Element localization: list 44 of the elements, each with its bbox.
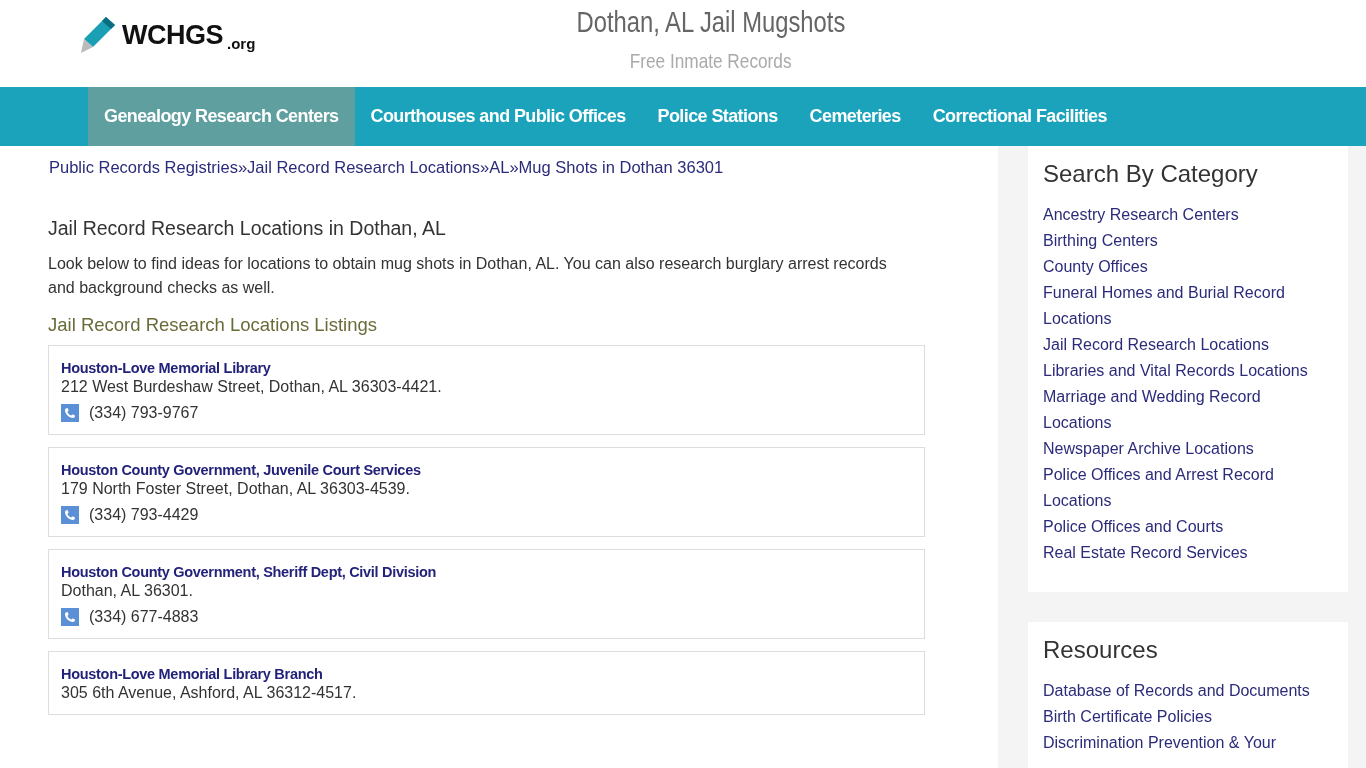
phone-icon: [61, 608, 79, 626]
logo-name[interactable]: WCHGS: [122, 19, 223, 51]
listing-address: 212 West Burdeshaw Street, Dothan, AL 36303-4421.: [61, 378, 443, 396]
listing-address: 179 North Foster Street, Dothan, AL 36303-4539.: [61, 480, 411, 498]
intro-text: Look below to find ideas for locations to obtain mug shots in Dothan, AL. You can also research burglary arrest records and background checks as well.: [48, 254, 888, 298]
sidebar-link[interactable]: Funeral Homes and Burial Record Locations: [1043, 280, 1333, 332]
listing-name[interactable]: Houston-Love Memorial Library: [61, 360, 271, 376]
breadcrumb-separator: »: [237, 158, 248, 177]
sidebar-link[interactable]: Ancestry Research Centers: [1043, 202, 1333, 228]
phone-icon: [61, 506, 79, 524]
breadcrumb-link[interactable]: Jail Record Research Locations: [247, 158, 481, 177]
listing-phone: (334) 677-4883: [89, 608, 199, 626]
breadcrumb-link[interactable]: Mug Shots in Dothan 36301: [518, 158, 724, 177]
logo-suffix: .org: [227, 35, 256, 52]
sidebar-link[interactable]: Police Offices and Arrest Record Locations: [1043, 462, 1333, 514]
sidebar-link[interactable]: Libraries and Vital Records Locations: [1043, 358, 1333, 384]
section-heading: Jail Record Research Locations in Dothan, AL: [48, 217, 447, 240]
sidebar-link[interactable]: Birthing Centers: [1043, 228, 1333, 254]
phone-icon: [61, 404, 79, 422]
sidebar-link[interactable]: Police Offices and Courts: [1043, 514, 1333, 540]
breadcrumb-separator: »: [509, 158, 519, 177]
listing-name[interactable]: Houston County Government, Sheriff Dept, Civil Division: [61, 564, 437, 580]
breadcrumb-separator: »: [480, 158, 490, 177]
listing-name[interactable]: Houston-Love Memorial Library Branch: [61, 666, 323, 682]
page-title: Dothan, AL Jail Mugshots: [576, 6, 846, 39]
sidebar-link[interactable]: Newspaper Archive Locations: [1043, 436, 1333, 462]
breadcrumb-link[interactable]: AL: [489, 158, 510, 177]
sidebar-link[interactable]: Jail Record Research Locations: [1043, 332, 1333, 358]
listing-phone: (334) 793-4429: [89, 506, 199, 524]
listing-address: 305 6th Avenue, Ashford, AL 36312-4517.: [61, 684, 358, 702]
sidebar-link[interactable]: Discrimination Prevention & Your: [1043, 730, 1333, 756]
sidebar-link[interactable]: Real Estate Record Services: [1043, 540, 1333, 566]
sidebar-title: Resources: [1043, 636, 1159, 664]
breadcrumb-link[interactable]: Public Records Registries: [49, 158, 238, 177]
sidebar-link[interactable]: County Offices: [1043, 254, 1333, 280]
listings-heading: Jail Record Research Locations Listings: [48, 314, 379, 336]
sidebar-link[interactable]: Database of Records and Documents: [1043, 678, 1333, 704]
listing-address: Dothan, AL 36301.: [61, 582, 194, 600]
listing-name[interactable]: Houston County Government, Juvenile Court Services: [61, 462, 421, 478]
sidebar-link[interactable]: Marriage and Wedding Record Locations: [1043, 384, 1333, 436]
page-subtitle: Free Inmate Records: [630, 49, 792, 73]
sidebar-link[interactable]: Birth Certificate Policies: [1043, 704, 1333, 730]
listing-phone: (334) 793-9767: [89, 404, 199, 422]
sidebar-title: Search By Category: [1043, 160, 1259, 188]
